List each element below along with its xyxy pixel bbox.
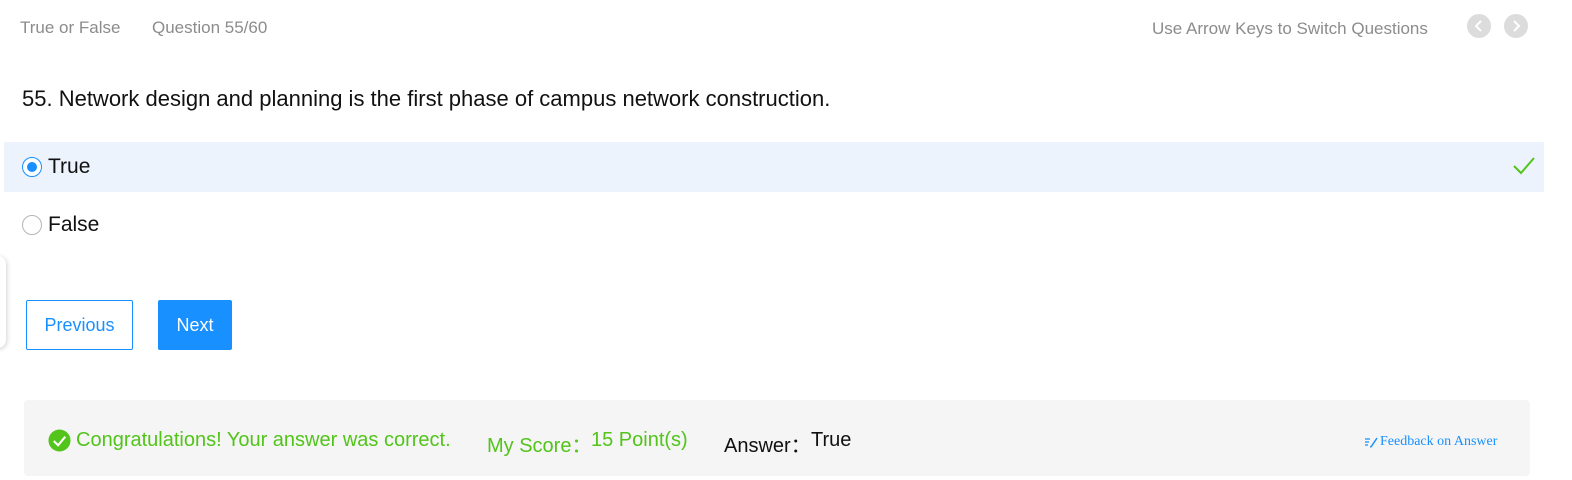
chevron-left-icon xyxy=(1474,20,1482,32)
keyboard-hint: Use Arrow Keys to Switch Questions xyxy=(1152,19,1428,38)
next-button[interactable]: Next xyxy=(158,300,232,350)
question-type: True or False xyxy=(20,18,121,37)
side-drawer-handle[interactable] xyxy=(0,256,6,348)
question-header: True or False Question 55/60 Use Arrow K… xyxy=(0,0,1572,56)
feedback-link[interactable]: Feedback on Answer xyxy=(1364,434,1497,450)
score-value: 15 Point(s) xyxy=(591,429,688,451)
option-label-false: False xyxy=(48,213,100,236)
previous-button[interactable]: Previous xyxy=(26,300,133,350)
radio-false[interactable] xyxy=(22,215,42,235)
radio-true[interactable] xyxy=(22,157,42,177)
result-message: Congratulations! Your answer was correct… xyxy=(76,429,451,451)
feedback-link-label: Feedback on Answer xyxy=(1380,434,1498,449)
next-question-button[interactable] xyxy=(1504,14,1528,38)
chevron-right-icon xyxy=(1513,20,1521,32)
correct-check-icon xyxy=(1513,157,1535,175)
answer-label: Answer： xyxy=(724,435,811,457)
result-panel: Congratulations! Your answer was correct… xyxy=(24,400,1530,476)
option-label-true: True xyxy=(48,155,91,178)
success-check-circle-icon xyxy=(48,429,71,452)
answer-value: True xyxy=(811,429,852,451)
edit-note-icon xyxy=(1365,437,1378,448)
option-false[interactable]: False xyxy=(4,200,1544,250)
score-label: My Score： xyxy=(487,435,592,457)
prev-question-button[interactable] xyxy=(1467,14,1491,38)
question-counter: Question 55/60 xyxy=(152,18,268,37)
option-true[interactable]: True xyxy=(4,142,1544,192)
question-text: 55. Network design and planning is the f… xyxy=(22,86,831,111)
